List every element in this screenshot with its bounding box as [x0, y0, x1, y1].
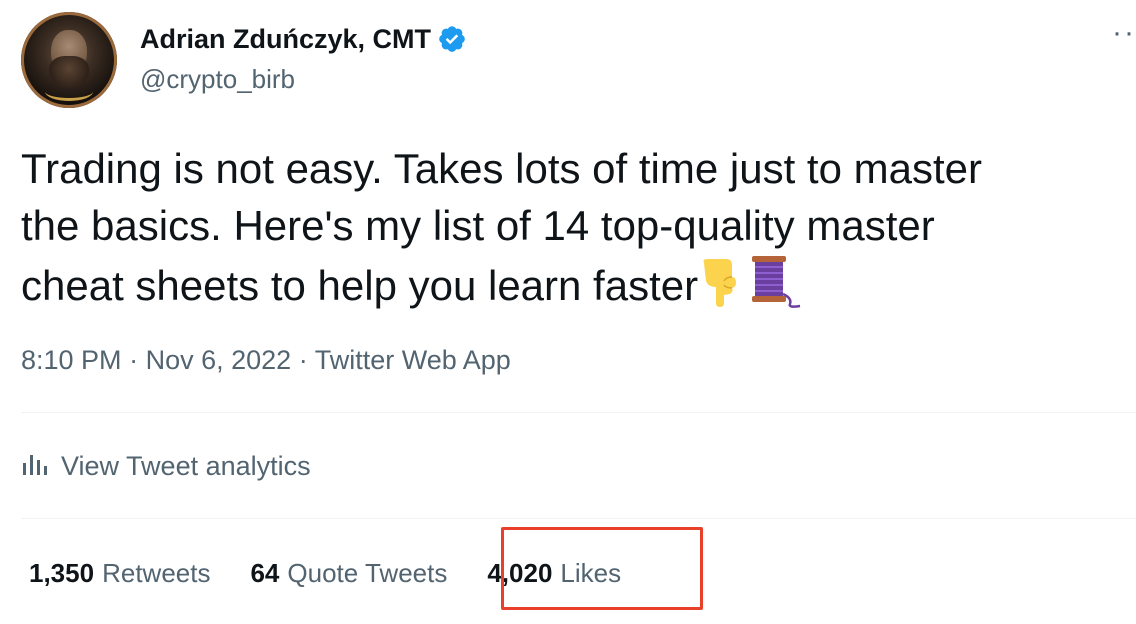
divider-top: [21, 412, 1136, 413]
analytics-bars-icon: [21, 448, 51, 484]
tweet-card: Adrian Zduńczyk, CMT @crypto_birb ·· Tra…: [0, 0, 1136, 624]
meta-separator-1: ·: [129, 345, 139, 375]
quote-tweets-count: 64: [250, 558, 280, 588]
author-avatar[interactable]: [21, 12, 117, 108]
tweet-text: Trading is not easy. Takes lots of time …: [21, 140, 1116, 324]
tweet-metadata: 8:10 PM · Nov 6, 2022 · Twitter Web App: [21, 342, 511, 378]
retweets-stat[interactable]: 1,350 Retweets: [29, 555, 210, 591]
retweets-label: Retweets: [102, 558, 211, 588]
author-name-row: Adrian Zduńczyk, CMT: [140, 22, 467, 56]
author-handle[interactable]: @crypto_birb: [140, 62, 295, 96]
avatar-chain: [45, 82, 93, 101]
verified-badge-icon: [437, 24, 467, 54]
view-analytics-link[interactable]: View Tweet analytics: [21, 448, 311, 484]
tweet-source[interactable]: Twitter Web App: [315, 345, 511, 375]
author-display-name[interactable]: Adrian Zduńczyk, CMT: [140, 22, 431, 56]
quote-tweets-label: Quote Tweets: [287, 558, 448, 588]
more-options-icon[interactable]: ··: [1112, 18, 1136, 48]
quote-tweets-stat[interactable]: 64 Quote Tweets: [250, 555, 447, 591]
retweets-count: 1,350: [29, 558, 95, 588]
thread-spool-icon: [744, 254, 802, 324]
divider-bottom: [21, 518, 1136, 519]
tweet-date[interactable]: Nov 6, 2022: [146, 345, 292, 375]
tweet-body-text: Trading is not easy. Takes lots of time …: [21, 145, 982, 310]
analytics-label: View Tweet analytics: [61, 451, 311, 481]
meta-separator-2: ·: [298, 345, 308, 375]
backhand-index-pointing-down-icon: [698, 257, 744, 321]
tweet-time[interactable]: 8:10 PM: [21, 345, 122, 375]
likes-highlight-annotation: [501, 527, 703, 610]
